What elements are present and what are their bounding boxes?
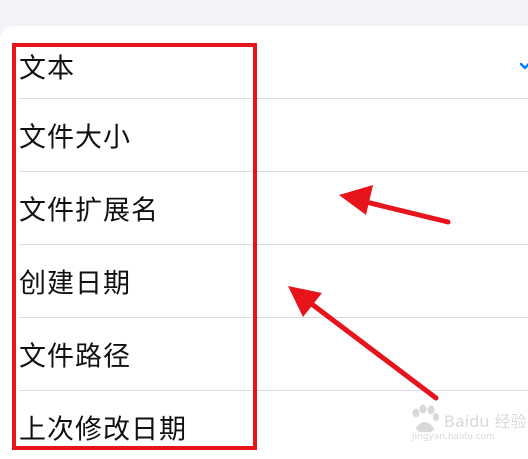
settings-page: 文本 文件大小 文件扩展名 创建日期 文件路径 上次修改日期 Baidu 经验 … — [0, 0, 528, 459]
list-item-label: 文件大小 — [19, 122, 131, 154]
list-item-label: 创建日期 — [19, 268, 131, 300]
list-item-label: 文本 — [19, 53, 75, 85]
list-item-file-size[interactable]: 文件大小 — [0, 99, 528, 171]
list-item-text[interactable]: 文本 — [0, 30, 528, 102]
list-item-label: 文件扩展名 — [19, 195, 159, 227]
options-list: 文本 文件大小 文件扩展名 创建日期 文件路径 上次修改日期 — [0, 26, 528, 459]
list-item-creation-date[interactable]: 创建日期 — [0, 245, 528, 317]
list-item-file-extension[interactable]: 文件扩展名 — [0, 172, 528, 244]
list-item-file-path[interactable]: 文件路径 — [0, 318, 528, 390]
checkmark-icon — [520, 56, 528, 70]
list-item-last-modified-date[interactable]: 上次修改日期 — [0, 391, 528, 459]
list-item-label: 上次修改日期 — [19, 414, 187, 446]
list-item-label: 文件路径 — [19, 341, 131, 373]
